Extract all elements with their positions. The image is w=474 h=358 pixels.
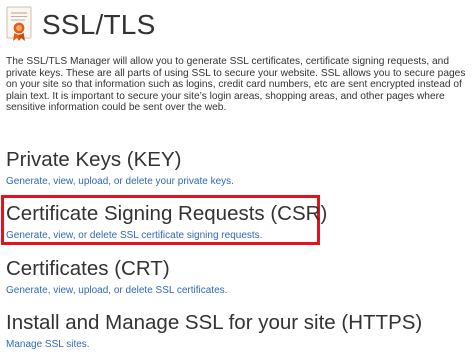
private-keys-heading: Private Keys (KEY) bbox=[6, 148, 182, 171]
private-keys-link[interactable]: Generate, view, upload, or delete your p… bbox=[6, 176, 234, 187]
certificate-icon bbox=[6, 6, 32, 41]
manage-ssl-sites-link[interactable]: Manage SSL sites. bbox=[6, 339, 90, 350]
page-header: SSL/TLS bbox=[6, 4, 155, 44]
page-title: SSL/TLS bbox=[42, 9, 156, 40]
intro-paragraph: The SSL/TLS Manager will allow you to ge… bbox=[6, 56, 466, 114]
csr-link[interactable]: Generate, view, or delete SSL certificat… bbox=[6, 230, 262, 241]
certificates-link[interactable]: Generate, view, upload, or delete SSL ce… bbox=[6, 285, 227, 296]
certificates-heading: Certificates (CRT) bbox=[6, 257, 170, 280]
install-ssl-heading: Install and Manage SSL for your site (HT… bbox=[6, 311, 423, 334]
csr-heading: Certificate Signing Requests (CSR) bbox=[6, 202, 328, 225]
